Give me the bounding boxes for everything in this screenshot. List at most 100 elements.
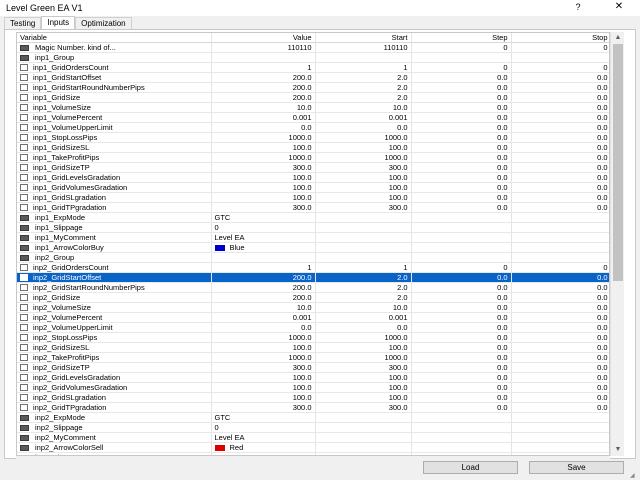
- step-cell[interactable]: 0.0: [411, 102, 512, 113]
- value-cell[interactable]: 1000.0: [211, 332, 316, 343]
- horizontal-scrollbar[interactable]: [16, 456, 610, 460]
- table-row[interactable]: inp1_ExpMode GTC: [17, 212, 609, 223]
- optimize-checkbox[interactable]: [20, 334, 28, 342]
- step-cell[interactable]: 0.0: [411, 122, 512, 133]
- value-cell[interactable]: 200.0: [211, 282, 316, 293]
- table-row[interactable]: inp2_GridSLgradation 100.0 100.0 0.0 0.0: [17, 392, 609, 403]
- value-cell[interactable]: [211, 52, 316, 63]
- variable-cell[interactable]: inp1_GridStartOffset: [17, 72, 212, 83]
- variable-cell[interactable]: inp2_ArrowColorSell: [17, 442, 212, 453]
- table-row[interactable]: inp2_TakeProfitPips 1000.0 1000.0 0.0 0.0: [17, 352, 609, 363]
- variable-cell[interactable]: inp2_GridOrdersCount: [17, 262, 212, 273]
- table-row[interactable]: inp1_VolumeUpperLimit 0.0 0.0 0.0 0.0: [17, 122, 609, 133]
- table-row[interactable]: inp2_ArrowColorSell Red: [17, 442, 609, 453]
- variable-cell[interactable]: inp1_Group: [17, 52, 212, 63]
- value-cell[interactable]: 100.0: [211, 172, 316, 183]
- value-cell[interactable]: Level EA: [211, 432, 316, 443]
- table-row[interactable]: inp2_GridOrdersCount 1 1 0 0: [17, 262, 609, 273]
- table-row[interactable]: inp1_Slippage 0: [17, 222, 609, 233]
- table-row[interactable]: inp1_TakeProfitPips 1000.0 1000.0 0.0 0.0: [17, 152, 609, 163]
- step-cell[interactable]: 0.0: [411, 342, 512, 353]
- stop-cell[interactable]: 0.0: [511, 152, 609, 163]
- optimize-checkbox[interactable]: [20, 354, 28, 362]
- variable-cell[interactable]: inp2_Group: [17, 252, 212, 263]
- start-cell[interactable]: 1000.0: [315, 332, 412, 343]
- variable-cell[interactable]: inp1_GridSizeSL: [17, 142, 212, 153]
- value-cell[interactable]: GTC: [211, 412, 316, 423]
- start-cell[interactable]: 100.0: [315, 392, 412, 403]
- variable-cell[interactable]: inp2_GridSize: [17, 292, 212, 303]
- value-cell[interactable]: 0: [211, 422, 316, 433]
- table-row[interactable]: inp1_VolumePercent 0.001 0.001 0.0 0.0: [17, 112, 609, 123]
- table-row[interactable]: inp1_GridSizeSL 100.0 100.0 0.0 0.0: [17, 142, 609, 153]
- step-cell[interactable]: 0.0: [411, 322, 512, 333]
- stop-cell[interactable]: 0.0: [511, 302, 609, 313]
- step-cell[interactable]: 0.0: [411, 352, 512, 363]
- start-cell[interactable]: 100.0: [315, 142, 412, 153]
- table-row[interactable]: inp1_GridStartRoundNumberPips 200.0 2.0 0.0…: [17, 82, 609, 93]
- stop-cell[interactable]: 0.0: [511, 402, 609, 413]
- stop-cell[interactable]: 0.0: [511, 312, 609, 323]
- step-cell[interactable]: [411, 242, 512, 253]
- variable-cell[interactable]: inp2_GridStartRoundNumberPips: [17, 282, 212, 293]
- step-cell[interactable]: 0.0: [411, 332, 512, 343]
- value-cell[interactable]: 300.0: [211, 202, 316, 213]
- step-cell[interactable]: [411, 222, 512, 233]
- start-cell[interactable]: 2.0: [315, 72, 412, 83]
- stop-cell[interactable]: 0: [511, 42, 609, 53]
- stop-cell[interactable]: [511, 422, 609, 433]
- variable-cell[interactable]: inp1_GridTPgradation: [17, 202, 212, 213]
- variable-cell[interactable]: inp1_MyComment: [17, 232, 212, 243]
- start-cell[interactable]: [315, 252, 412, 263]
- optimize-checkbox[interactable]: [20, 404, 28, 412]
- value-cell[interactable]: 200.0: [211, 82, 316, 93]
- optimize-checkbox[interactable]: [20, 84, 28, 92]
- value-cell[interactable]: Blue: [211, 242, 316, 253]
- value-cell[interactable]: 1000.0: [211, 152, 316, 163]
- step-cell[interactable]: 0.0: [411, 172, 512, 183]
- value-cell[interactable]: 100.0: [211, 182, 316, 193]
- step-cell[interactable]: [411, 232, 512, 243]
- variable-cell[interactable]: inp2_TakeProfitPips: [17, 352, 212, 363]
- start-cell[interactable]: 2.0: [315, 82, 412, 93]
- scroll-thumb[interactable]: [613, 44, 623, 281]
- step-cell[interactable]: 0.0: [411, 92, 512, 103]
- variable-cell[interactable]: inp1_GridStartRoundNumberPips: [17, 82, 212, 93]
- table-row[interactable]: inp1_GridSize 200.0 2.0 0.0 0.0: [17, 92, 609, 103]
- optimize-checkbox[interactable]: [20, 124, 28, 132]
- start-cell[interactable]: 300.0: [315, 362, 412, 373]
- stop-cell[interactable]: 0.0: [511, 72, 609, 83]
- step-cell[interactable]: 0.0: [411, 152, 512, 163]
- step-cell[interactable]: 0.0: [411, 272, 512, 283]
- step-cell[interactable]: 0.0: [411, 132, 512, 143]
- start-cell[interactable]: [315, 222, 412, 233]
- value-cell[interactable]: 100.0: [211, 192, 316, 203]
- table-row[interactable]: inp1_MyComment Level EA: [17, 232, 609, 243]
- value-cell[interactable]: 110110: [211, 42, 316, 53]
- stop-cell[interactable]: [511, 432, 609, 443]
- step-cell[interactable]: 0.0: [411, 202, 512, 213]
- stop-cell[interactable]: 0.0: [511, 372, 609, 383]
- start-cell[interactable]: [315, 432, 412, 443]
- table-row[interactable]: inp2_GridStartRoundNumberPips 200.0 2.0 0.0…: [17, 282, 609, 293]
- stop-cell[interactable]: 0.0: [511, 342, 609, 353]
- stop-cell[interactable]: 0.0: [511, 202, 609, 213]
- variable-cell[interactable]: inp2_VolumeSize: [17, 302, 212, 313]
- vertical-scrollbar[interactable]: ▲ ▼: [610, 32, 624, 456]
- value-cell[interactable]: 10.0: [211, 102, 316, 113]
- optimize-checkbox[interactable]: [20, 64, 28, 72]
- start-cell[interactable]: 1: [315, 262, 412, 273]
- scroll-down-icon[interactable]: ▼: [611, 444, 625, 456]
- table-row[interactable]: inp2_Slippage 0: [17, 422, 609, 433]
- stop-cell[interactable]: [511, 232, 609, 243]
- value-cell[interactable]: 0.0: [211, 122, 316, 133]
- step-cell[interactable]: 0.0: [411, 362, 512, 373]
- start-cell[interactable]: 100.0: [315, 372, 412, 383]
- variable-cell[interactable]: inp1_ArrowColorBuy: [17, 242, 212, 253]
- value-cell[interactable]: 0: [211, 222, 316, 233]
- table-row[interactable]: inp1_VolumeSize 10.0 10.0 0.0 0.0: [17, 102, 609, 113]
- step-cell[interactable]: 0.0: [411, 282, 512, 293]
- header-variable[interactable]: Variable: [17, 33, 212, 43]
- value-cell[interactable]: 200.0: [211, 292, 316, 303]
- value-cell[interactable]: 100.0: [211, 372, 316, 383]
